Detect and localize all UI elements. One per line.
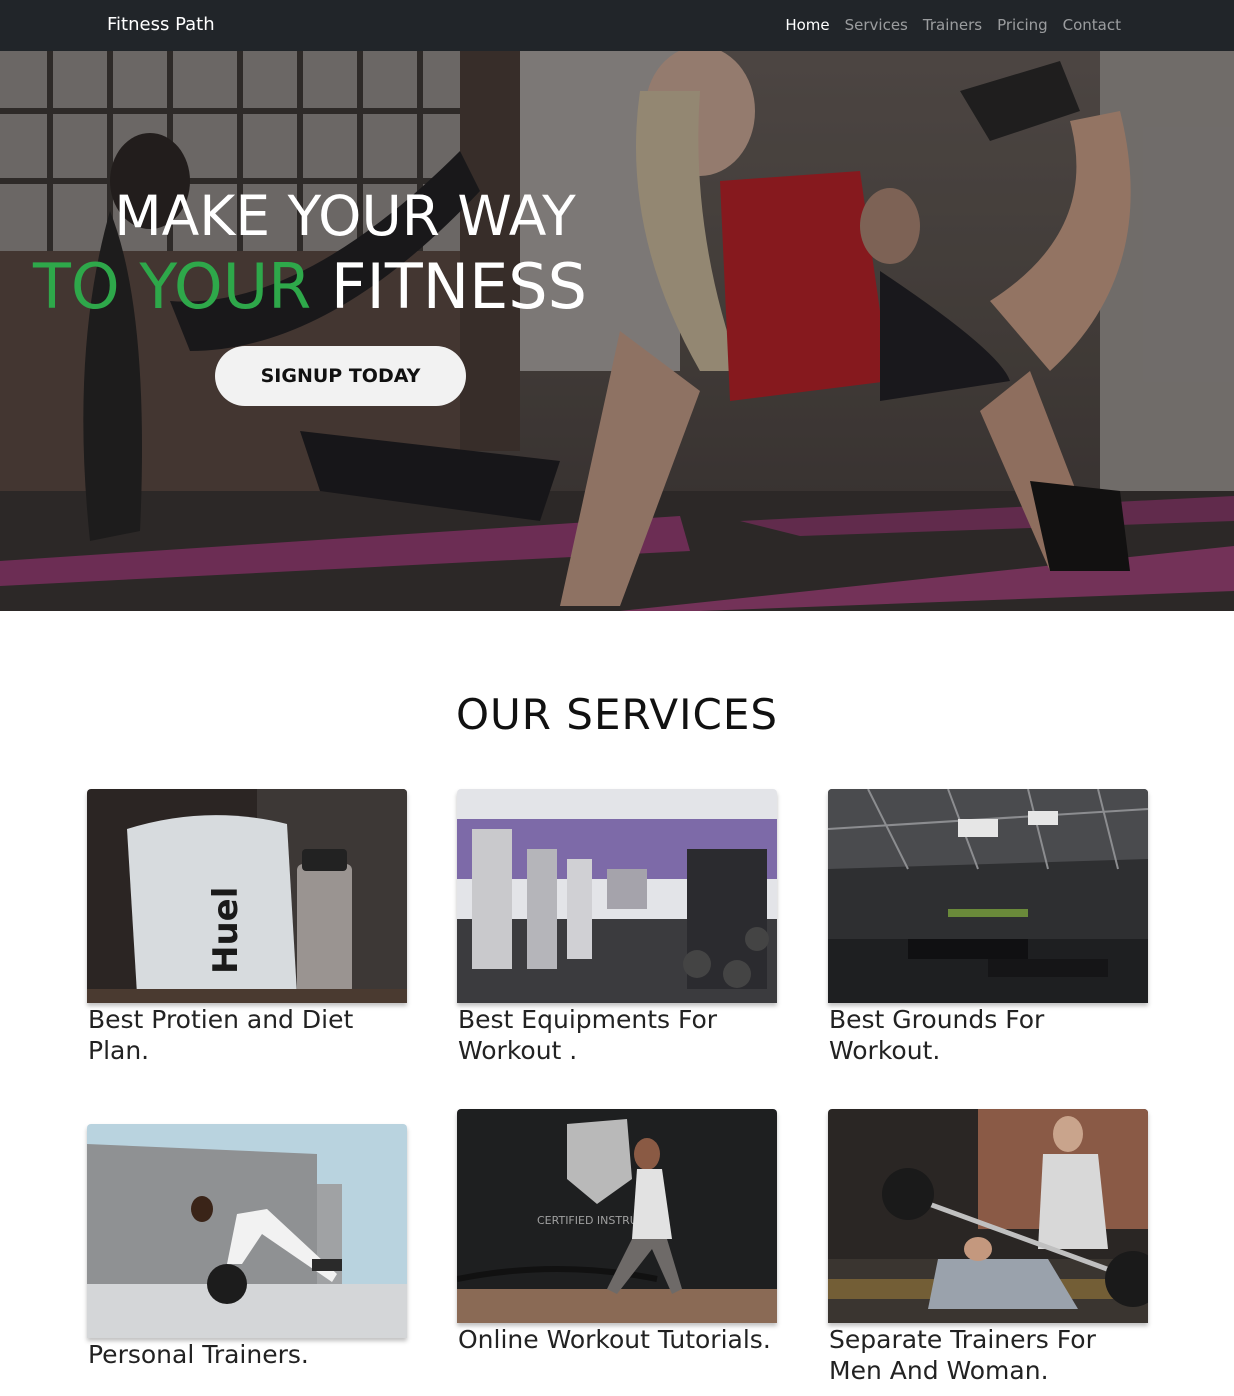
navbar: Fitness Path Home Services Trainers Pric… bbox=[0, 0, 1234, 51]
service-caption: Personal Trainers. bbox=[88, 1340, 309, 1369]
nav-pricing[interactable]: Pricing bbox=[997, 16, 1048, 34]
gym-equipment-photo bbox=[457, 789, 777, 1003]
hero-line-1: MAKE YOUR WAY bbox=[114, 184, 576, 248]
service-card-separate-trainers[interactable]: Separate Trainers For Men And Woman. bbox=[828, 1109, 1148, 1386]
signup-button[interactable]: SIGNUP TODAY bbox=[215, 346, 466, 406]
service-card-grounds[interactable]: Best Grounds For Workout. bbox=[828, 789, 1148, 1066]
svg-text:Huel: Huel bbox=[206, 887, 246, 974]
service-card-online-tutorials[interactable]: CERTIFIED INSTRUCT Online Workout Tutori… bbox=[457, 1109, 777, 1355]
service-card-personal-trainers[interactable]: Personal Trainers. bbox=[87, 1124, 407, 1370]
hero-line-2-green: TO YOUR bbox=[33, 250, 312, 323]
gym-hall-photo bbox=[828, 789, 1148, 1003]
hero-background-image bbox=[0, 51, 1234, 611]
services-heading: OUR SERVICES bbox=[455, 690, 779, 739]
nav-trainers[interactable]: Trainers bbox=[923, 16, 982, 34]
hero-headline: MAKE YOUR WAY TO YOUR FITNESS bbox=[0, 181, 690, 323]
service-caption: Separate Trainers For Men And Woman. bbox=[829, 1325, 1096, 1385]
nav-contact[interactable]: Contact bbox=[1063, 16, 1121, 34]
service-caption: Best Grounds For Workout. bbox=[829, 1005, 1045, 1065]
nav-services[interactable]: Services bbox=[845, 16, 908, 34]
service-caption: Online Workout Tutorials. bbox=[458, 1325, 771, 1354]
brand-logo[interactable]: Fitness Path bbox=[107, 14, 215, 35]
protein-shake-photo: Huel bbox=[87, 789, 407, 1003]
hero-banner: MAKE YOUR WAY TO YOUR FITNESS SIGNUP TOD… bbox=[0, 51, 1234, 611]
service-card-equipment[interactable]: Best Equipments For Workout . bbox=[457, 789, 777, 1066]
nav-home[interactable]: Home bbox=[785, 16, 829, 34]
service-card-protein[interactable]: Huel Best Protien and Diet Plan. bbox=[87, 789, 407, 1066]
medicine-ball-pushup-photo bbox=[87, 1124, 407, 1338]
battle-rope-photo: CERTIFIED INSTRUCT bbox=[457, 1109, 777, 1323]
service-caption: Best Protien and Diet Plan. bbox=[88, 1005, 354, 1065]
bench-press-spotter-photo bbox=[828, 1109, 1148, 1323]
hero-line-2-white: FITNESS bbox=[330, 250, 587, 323]
service-caption: Best Equipments For Workout . bbox=[458, 1005, 718, 1065]
hero-line-2: TO YOUR FITNESS bbox=[0, 251, 690, 323]
nav-links: Home Services Trainers Pricing Contact bbox=[785, 16, 1121, 34]
